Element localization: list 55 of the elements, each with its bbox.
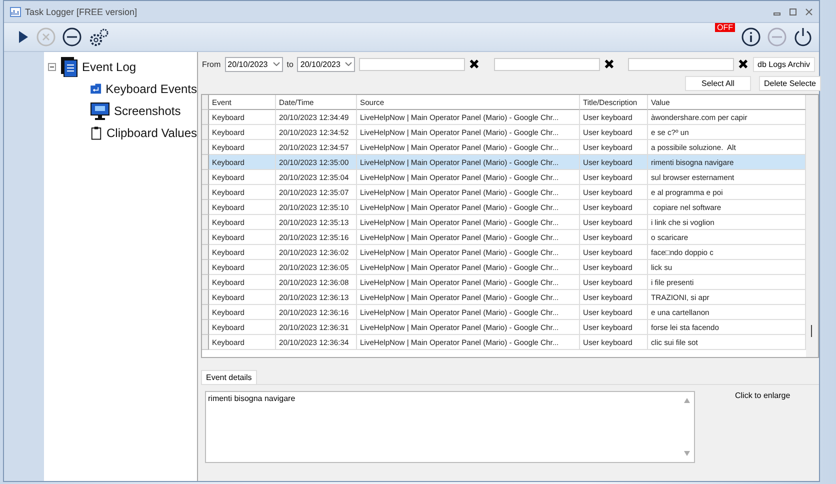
row-header[interactable] [202, 320, 209, 335]
scroll-down-icon[interactable] [684, 451, 690, 456]
delete-selected-button[interactable]: Delete Selecte [758, 76, 821, 91]
monitor-icon [90, 102, 110, 120]
filter-field[interactable] [628, 58, 734, 70]
date-picker[interactable]: 20/10/2023 [224, 56, 283, 72]
clear-icon[interactable] [738, 58, 749, 70]
row-header[interactable] [202, 275, 209, 290]
scrollbar[interactable] [806, 95, 818, 357]
details-text-area[interactable]: rimenti bisogna navigare [205, 391, 695, 463]
row-header[interactable] [202, 110, 209, 125]
tree-item[interactable]: Screenshots [114, 104, 181, 118]
info-icon[interactable] [741, 27, 761, 47]
to-label: to [286, 60, 294, 68]
row-header[interactable] [202, 125, 209, 140]
details-tab[interactable]: Event details [201, 370, 257, 384]
row-header[interactable] [202, 170, 209, 185]
row-header[interactable] [202, 155, 209, 170]
tree-item[interactable]: Keyboard Events [106, 82, 197, 96]
caret-icon[interactable] [272, 62, 280, 66]
app-icon [10, 6, 21, 16]
select-all-button[interactable]: Select All [684, 76, 751, 91]
row-header[interactable] [202, 185, 209, 200]
filter-field[interactable] [494, 58, 600, 70]
row-header[interactable] [202, 230, 209, 245]
window-title: Task Logger [FREE version] [25, 6, 138, 16]
row-header[interactable] [202, 245, 209, 260]
status-badge: OFF [715, 23, 735, 32]
document-icon [60, 57, 78, 77]
minus-circle-icon[interactable] [62, 27, 82, 47]
close-icon[interactable] [805, 8, 813, 16]
caret-icon[interactable] [345, 62, 352, 66]
maximize-icon[interactable] [789, 8, 797, 16]
archive-button[interactable]: db Logs Archiv [752, 56, 815, 72]
date-picker[interactable]: 20/10/2023 [297, 56, 356, 72]
row-header[interactable] [202, 200, 209, 215]
scroll-up-icon[interactable] [684, 398, 690, 403]
tree-item[interactable]: Event Log [82, 60, 136, 74]
row-header[interactable] [202, 335, 209, 350]
clear-icon[interactable] [604, 58, 614, 70]
clear-icon[interactable] [469, 58, 480, 70]
tree-item[interactable]: Clipboard Values [106, 126, 197, 140]
row-header[interactable] [202, 215, 209, 230]
filter-field[interactable] [359, 58, 466, 70]
enlarge-label: Click to enlarge [735, 391, 790, 402]
collapse-icon[interactable] [48, 63, 56, 71]
cancel-icon[interactable] [36, 27, 56, 47]
play-icon[interactable] [16, 29, 30, 45]
from-label: From [202, 60, 221, 68]
row-header[interactable] [202, 305, 209, 320]
row-header[interactable] [202, 140, 209, 155]
power-icon[interactable] [793, 27, 813, 47]
settings-icon[interactable] [88, 27, 110, 47]
row-header[interactable] [202, 260, 209, 275]
row-header[interactable] [202, 290, 209, 305]
